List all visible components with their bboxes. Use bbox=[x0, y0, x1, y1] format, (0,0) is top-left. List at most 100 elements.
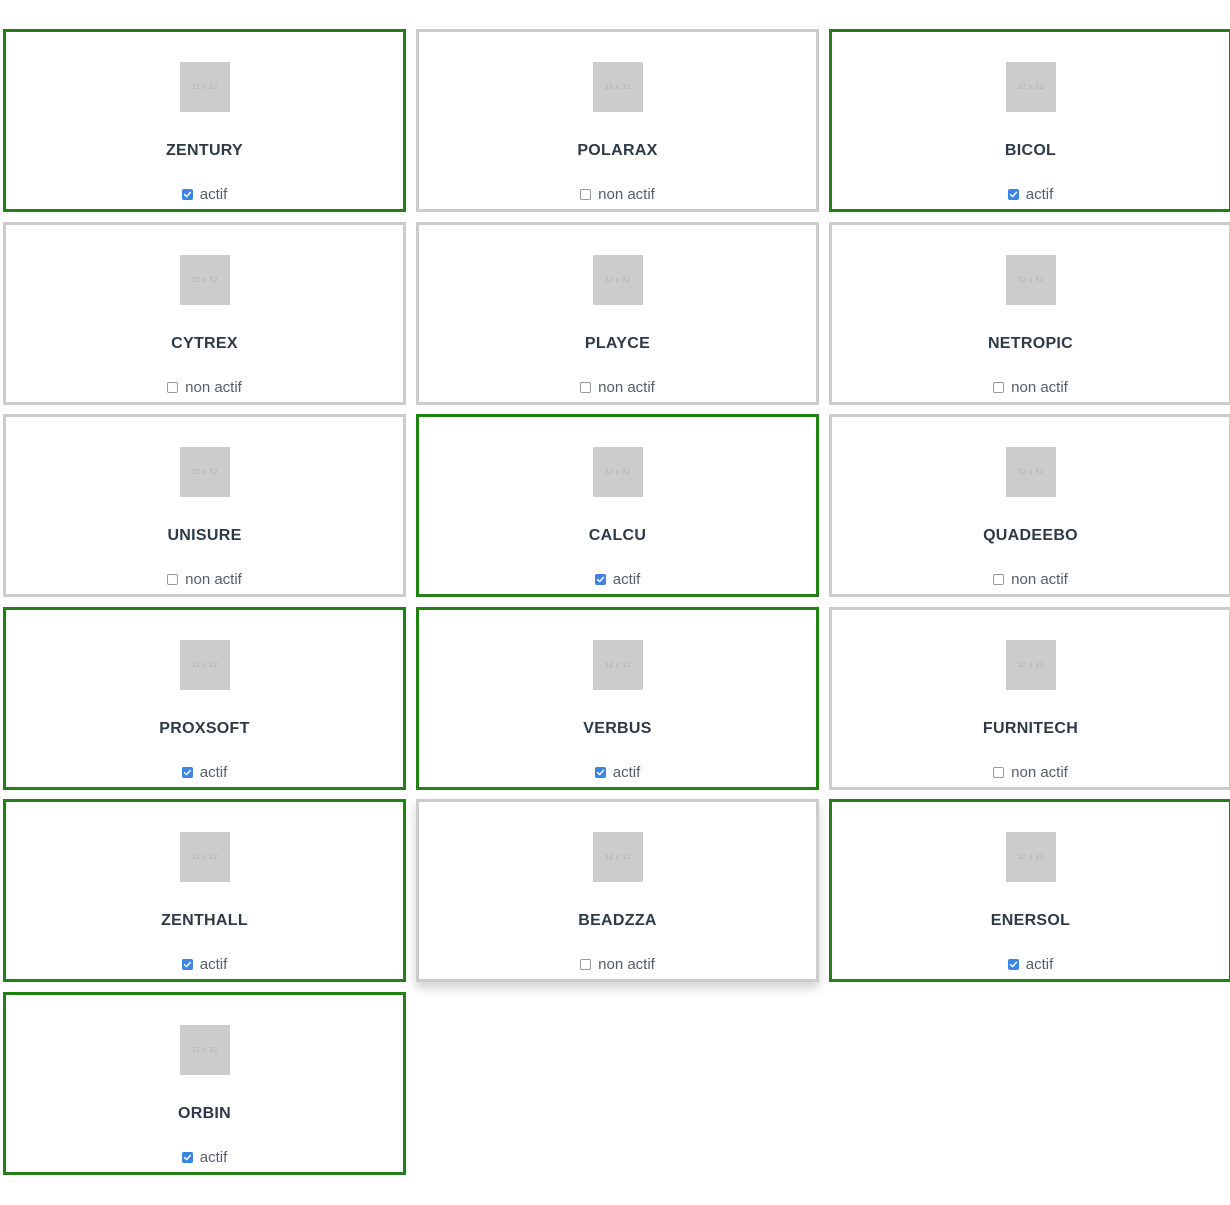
company-logo-placeholder: 32 x 32 bbox=[592, 447, 643, 497]
logo-placeholder-text: 32 x 32 bbox=[1017, 661, 1044, 669]
logo-placeholder-text: 32 x 32 bbox=[604, 468, 631, 476]
company-card[interactable]: 32 x 32 ZENTHALL actif bbox=[3, 799, 406, 982]
status-label: actif bbox=[199, 956, 228, 973]
status-label: actif bbox=[1025, 956, 1054, 973]
status-label: actif bbox=[199, 764, 228, 781]
company-name: CYTREX bbox=[171, 335, 238, 352]
status-toggle[interactable]: non actif bbox=[419, 186, 816, 203]
logo-placeholder-text: 32 x 32 bbox=[604, 83, 631, 91]
logo-placeholder-text: 32 x 32 bbox=[1017, 468, 1044, 476]
checkbox-checked-icon[interactable] bbox=[594, 574, 606, 585]
checkbox-checked-icon[interactable] bbox=[1007, 189, 1019, 200]
company-card[interactable]: 32 x 32 PROXSOFT actif bbox=[3, 607, 406, 790]
checkbox-unchecked-icon[interactable] bbox=[993, 382, 1005, 393]
checkbox-unchecked-icon[interactable] bbox=[167, 382, 179, 393]
checkbox-checked-icon[interactable] bbox=[181, 767, 193, 778]
company-card[interactable]: 32 x 32 PLAYCE non actif bbox=[416, 222, 819, 405]
company-card[interactable]: 32 x 32 ORBIN actif bbox=[3, 992, 406, 1175]
checkbox-checked-icon[interactable] bbox=[181, 959, 193, 970]
status-toggle[interactable]: non actif bbox=[419, 379, 816, 396]
status-label: non actif bbox=[1011, 571, 1068, 588]
company-logo-placeholder: 32 x 32 bbox=[179, 1025, 230, 1075]
status-label: actif bbox=[1025, 186, 1054, 203]
company-logo-placeholder: 32 x 32 bbox=[1005, 447, 1056, 497]
status-toggle[interactable]: actif bbox=[6, 764, 403, 781]
company-name: QUADEEBO bbox=[983, 527, 1078, 544]
logo-placeholder-text: 32 x 32 bbox=[1017, 853, 1044, 861]
checkbox-unchecked-icon[interactable] bbox=[580, 959, 592, 970]
status-label: actif bbox=[199, 1149, 228, 1166]
company-name: POLARAX bbox=[577, 142, 658, 159]
company-name: FURNITECH bbox=[982, 720, 1079, 737]
company-name: VERBUS bbox=[583, 720, 652, 737]
company-name: ZENTURY bbox=[165, 142, 244, 159]
status-label: actif bbox=[612, 571, 641, 588]
company-logo-placeholder: 32 x 32 bbox=[179, 640, 230, 690]
company-name: PLAYCE bbox=[584, 335, 651, 352]
logo-placeholder-text: 32 x 32 bbox=[1017, 276, 1044, 284]
company-card[interactable]: 32 x 32 FURNITECH non actif bbox=[829, 607, 1230, 790]
company-logo-placeholder: 32 x 32 bbox=[1005, 62, 1056, 112]
status-toggle[interactable]: non actif bbox=[832, 379, 1229, 396]
checkbox-unchecked-icon[interactable] bbox=[580, 382, 592, 393]
company-card[interactable]: 32 x 32 CYTREX non actif bbox=[3, 222, 406, 405]
status-label: actif bbox=[612, 764, 641, 781]
status-toggle[interactable]: actif bbox=[832, 956, 1229, 973]
company-logo-placeholder: 32 x 32 bbox=[179, 62, 230, 112]
status-label: non actif bbox=[185, 571, 242, 588]
logo-placeholder-text: 32 x 32 bbox=[191, 1046, 218, 1054]
logo-placeholder-text: 32 x 32 bbox=[604, 276, 631, 284]
status-toggle[interactable]: actif bbox=[6, 956, 403, 973]
company-logo-placeholder: 32 x 32 bbox=[1005, 640, 1056, 690]
status-label: non actif bbox=[1011, 379, 1068, 396]
company-card[interactable]: 32 x 32 NETROPIC non actif bbox=[829, 222, 1230, 405]
status-toggle[interactable]: actif bbox=[419, 571, 816, 588]
status-toggle[interactable]: actif bbox=[6, 186, 403, 203]
company-name: ZENTHALL bbox=[161, 912, 248, 929]
checkbox-checked-icon[interactable] bbox=[181, 189, 193, 200]
company-card[interactable]: 32 x 32 UNISURE non actif bbox=[3, 414, 406, 597]
company-card[interactable]: 32 x 32 VERBUS actif bbox=[416, 607, 819, 790]
status-label: non actif bbox=[185, 379, 242, 396]
status-toggle[interactable]: actif bbox=[6, 1149, 403, 1166]
checkbox-checked-icon[interactable] bbox=[1007, 959, 1019, 970]
company-card[interactable]: 32 x 32 ZENTURY actif bbox=[3, 29, 406, 212]
company-logo-placeholder: 32 x 32 bbox=[592, 640, 643, 690]
status-toggle[interactable]: non actif bbox=[6, 571, 403, 588]
company-name: UNISURE bbox=[167, 527, 242, 544]
logo-placeholder-text: 32 x 32 bbox=[191, 853, 218, 861]
status-toggle[interactable]: non actif bbox=[419, 956, 816, 973]
company-name: BICOL bbox=[1004, 142, 1057, 159]
company-card[interactable]: 32 x 32 CALCU actif bbox=[416, 414, 819, 597]
status-label: non actif bbox=[598, 379, 655, 396]
status-toggle[interactable]: non actif bbox=[832, 571, 1229, 588]
company-card[interactable]: 32 x 32 ENERSOL actif bbox=[829, 799, 1230, 982]
company-name: ORBIN bbox=[177, 1105, 232, 1122]
checkbox-unchecked-icon[interactable] bbox=[580, 189, 592, 200]
logo-placeholder-text: 32 x 32 bbox=[191, 83, 218, 91]
checkbox-checked-icon[interactable] bbox=[594, 767, 606, 778]
status-toggle[interactable]: non actif bbox=[6, 379, 403, 396]
status-toggle[interactable]: non actif bbox=[832, 764, 1229, 781]
company-card[interactable]: 32 x 32 QUADEEBO non actif bbox=[829, 414, 1230, 597]
status-label: non actif bbox=[598, 956, 655, 973]
checkbox-unchecked-icon[interactable] bbox=[993, 767, 1005, 778]
status-toggle[interactable]: actif bbox=[419, 764, 816, 781]
logo-placeholder-text: 32 x 32 bbox=[604, 853, 631, 861]
company-card[interactable]: 32 x 32 BEADZZA non actif bbox=[416, 799, 819, 982]
logo-placeholder-text: 32 x 32 bbox=[191, 468, 218, 476]
checkbox-checked-icon[interactable] bbox=[181, 1152, 193, 1163]
company-name: PROXSOFT bbox=[159, 720, 250, 737]
status-toggle[interactable]: actif bbox=[832, 186, 1229, 203]
company-card[interactable]: 32 x 32 POLARAX non actif bbox=[416, 29, 819, 212]
company-card[interactable]: 32 x 32 BICOL actif bbox=[829, 29, 1230, 212]
company-logo-placeholder: 32 x 32 bbox=[592, 62, 643, 112]
logo-placeholder-text: 32 x 32 bbox=[1017, 83, 1044, 91]
status-label: non actif bbox=[1011, 764, 1068, 781]
status-label: non actif bbox=[598, 186, 655, 203]
checkbox-unchecked-icon[interactable] bbox=[167, 574, 179, 585]
company-name: BEADZZA bbox=[578, 912, 657, 929]
checkbox-unchecked-icon[interactable] bbox=[993, 574, 1005, 585]
company-logo-placeholder: 32 x 32 bbox=[1005, 255, 1056, 305]
company-logo-placeholder: 32 x 32 bbox=[592, 832, 643, 882]
